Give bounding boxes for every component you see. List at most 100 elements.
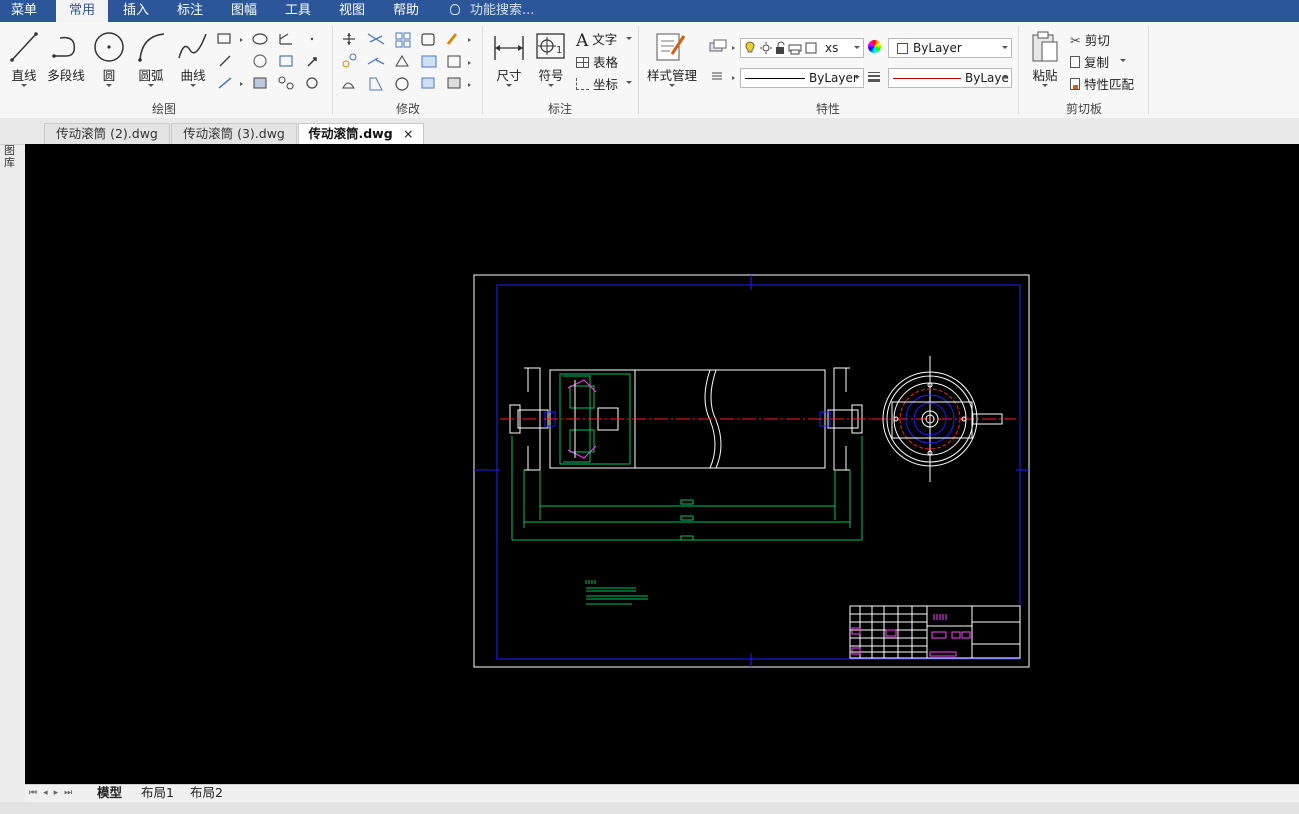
color-swatch — [897, 43, 908, 54]
coordinate-icon — [576, 78, 589, 90]
lineweight-select[interactable]: ByLaye — [888, 68, 1012, 88]
line-label: 直线 — [11, 68, 37, 83]
close-icon[interactable]: × — [403, 126, 413, 141]
layer-dropdown-icon[interactable] — [854, 46, 860, 49]
dimension-dropdown-icon[interactable] — [506, 84, 512, 87]
linetype-value: ByLayer — [809, 71, 858, 85]
style-manager-icon — [656, 33, 686, 61]
feature-search[interactable]: 功能搜索... — [450, 0, 534, 22]
layer-select[interactable]: xs — [740, 38, 864, 58]
drawing-canvas[interactable] — [25, 144, 1299, 784]
draw-group-label: 绘图 — [151, 102, 176, 116]
line-tool[interactable] — [8, 30, 40, 64]
copy-tool[interactable]: 复制 — [1070, 52, 1109, 71]
symbol-dropdown-icon[interactable] — [548, 84, 554, 87]
group-divider — [482, 26, 483, 114]
match-properties-tool[interactable]: 特性匹配 — [1070, 74, 1134, 93]
text-tool[interactable]: A 文字 — [576, 29, 617, 51]
title-block — [849, 605, 1021, 659]
menu-annotate[interactable]: 标注 — [166, 0, 214, 22]
text-label: 文字 — [592, 32, 618, 47]
tab-nav-arrows[interactable]: ⏮◂▸⏭ — [29, 788, 78, 798]
scissors-icon: ✂ — [1070, 34, 1081, 49]
menu-sheet[interactable]: 图幅 — [220, 0, 268, 22]
doc-tab-1[interactable]: 传动滚筒 (2).dwg — [44, 123, 170, 144]
color-wheel-icon[interactable] — [868, 40, 881, 53]
paste-tool[interactable] — [1030, 30, 1060, 64]
polyline-tool[interactable] — [50, 30, 82, 64]
clipboard-group-label: 剪切板 — [1065, 102, 1102, 116]
lineweight-icon[interactable] — [868, 72, 880, 82]
ribbon: 直线 多段线 圆 圆弧 曲线 绘图 修改 尺寸 1 符号 A 文字 表格 坐标 … — [0, 22, 1299, 119]
doc-tab-label: 传动滚筒 (2).dwg — [56, 126, 158, 141]
layout-tab-model[interactable]: 模型 — [97, 785, 122, 801]
layer-name: xs — [825, 41, 839, 55]
circle-tool[interactable] — [92, 30, 126, 64]
symbol-tool[interactable]: 1 — [536, 32, 566, 60]
menu-bar: 菜单 常用 插入 标注 图幅 工具 视图 帮助 功能搜索... — [0, 0, 1299, 22]
document-tabs: 传动滚筒 (2).dwg 传动滚筒 (3).dwg 传动滚筒.dwg × — [0, 118, 1299, 145]
paste-dropdown-icon[interactable] — [1042, 84, 1048, 87]
centering-marks — [474, 275, 1029, 667]
circle-icon — [94, 32, 124, 62]
menu-tools[interactable]: 工具 — [274, 0, 322, 22]
menu-home[interactable]: 常用 — [56, 0, 108, 22]
style-manager-dropdown-icon[interactable] — [669, 84, 675, 87]
paintbrush-icon — [1070, 78, 1080, 90]
arc-tool[interactable] — [136, 30, 168, 64]
coordinate-tool[interactable]: 坐标 — [576, 74, 618, 93]
color-value: ByLayer — [913, 41, 962, 55]
line-dropdown-icon[interactable] — [21, 84, 27, 87]
group-divider — [1018, 26, 1019, 114]
curve-label: 曲线 — [180, 68, 206, 83]
modify-tools[interactable] — [340, 30, 476, 94]
sheet-border — [473, 274, 1030, 668]
cut-tool[interactable]: ✂ 剪切 — [1070, 30, 1110, 49]
layout-tab-layout1[interactable]: 布局1 — [141, 785, 174, 801]
text-a-icon: A — [576, 31, 589, 51]
linetype-select[interactable]: ByLayer — [740, 68, 864, 88]
circle-dropdown-icon[interactable] — [106, 84, 112, 87]
menu-file[interactable]: 菜单 — [0, 0, 48, 22]
table-tool[interactable]: 表格 — [576, 52, 618, 71]
copy-dropdown-icon[interactable] — [1120, 59, 1126, 62]
library-sidebar[interactable]: 图库 — [0, 118, 26, 814]
arc-label: 圆弧 — [138, 68, 164, 83]
symbol-icon: 1 — [536, 33, 565, 59]
arc-dropdown-icon[interactable] — [148, 84, 154, 87]
menu-help[interactable]: 帮助 — [382, 0, 430, 22]
color-select[interactable]: ByLayer — [888, 38, 1012, 58]
doc-tab-2[interactable]: 传动滚筒 (3).dwg — [171, 123, 297, 144]
layout-tab-layout2[interactable]: 布局2 — [190, 785, 223, 801]
polyline-icon — [52, 36, 76, 58]
lineweight-dropdown-icon[interactable] — [1002, 76, 1008, 79]
style-manager-label: 样式管理 — [646, 68, 697, 83]
copy-label: 复制 — [1083, 55, 1109, 70]
doc-tab-active[interactable]: 传动滚筒.dwg × — [298, 123, 424, 145]
library-label: 图库 — [4, 144, 15, 169]
curve-dropdown-icon[interactable] — [190, 84, 196, 87]
layer-tools[interactable] — [706, 38, 740, 86]
menu-insert[interactable]: 插入 — [112, 0, 160, 22]
text-dropdown-icon[interactable] — [626, 37, 632, 40]
lightbulb-icon — [450, 4, 460, 15]
curve-tool[interactable] — [176, 30, 210, 64]
coordinate-dropdown-icon[interactable] — [626, 81, 632, 84]
color-dropdown-icon[interactable] — [1002, 46, 1008, 49]
drawing-viewport — [473, 274, 1030, 668]
match-properties-label: 特性匹配 — [1083, 77, 1134, 92]
menu-view[interactable]: 视图 — [328, 0, 376, 22]
dimension-label: 尺寸 — [496, 68, 522, 83]
linetype-dropdown-icon[interactable] — [854, 76, 860, 79]
pulley-end-view — [872, 356, 1016, 482]
lineweight-preview — [893, 78, 961, 79]
draw-small-tools[interactable] — [216, 30, 328, 94]
style-manager-tool[interactable] — [654, 30, 688, 64]
arc-icon — [138, 33, 165, 62]
table-label: 表格 — [592, 55, 618, 70]
command-line[interactable] — [0, 802, 1299, 814]
clipboard-icon — [1032, 31, 1058, 62]
properties-group-label: 特性 — [815, 102, 840, 116]
paste-label: 粘贴 — [1032, 68, 1058, 83]
dimension-tool[interactable] — [492, 30, 526, 64]
